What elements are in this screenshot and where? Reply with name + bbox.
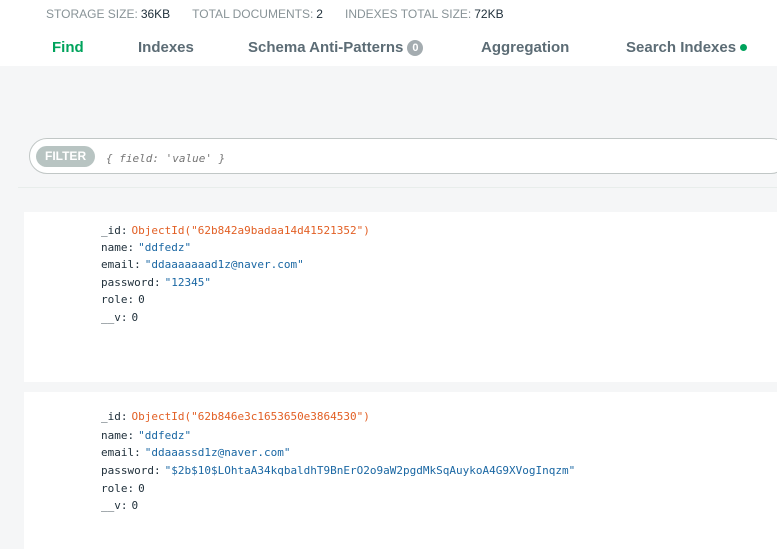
filter-label: FILTER — [36, 146, 96, 167]
field-key: _id — [101, 224, 121, 237]
stat-label: TOTAL DOCUMENTS: — [192, 7, 314, 21]
stat-label: STORAGE SIZE: — [46, 7, 138, 21]
document-field: email: "ddaaaaaaad1z@naver.com" — [101, 258, 304, 271]
collection-tabs: Find Indexes Schema Anti-Patterns 0 Aggr… — [0, 36, 777, 66]
collection-header: STORAGE SIZE: 36KB TOTAL DOCUMENTS: 2 INDE… — [0, 0, 777, 66]
field-key: password — [101, 276, 154, 289]
document-field: password: "$2b$10$LOhtaA34kqbaldhT9BnErO2… — [101, 464, 576, 477]
field-value: ObjectId("62b846e3c1653650e3864530") — [131, 410, 370, 423]
tab-find[interactable]: Find — [52, 39, 84, 56]
field-value: "ddfedz" — [138, 241, 192, 254]
document-field: __v: 0 — [101, 499, 139, 512]
indexes-size-stat: INDEXES TOTAL SIZE: 72KB — [345, 7, 504, 23]
storage-size-stat: STORAGE SIZE: 36KB — [46, 7, 170, 23]
tab-schema-anti-patterns[interactable]: Schema Anti-Patterns 0 — [248, 39, 424, 56]
field-value: 0 — [138, 482, 145, 495]
field-value: 0 — [138, 293, 145, 306]
field-value: ObjectId("62b842a9badaa14d41521352") — [131, 224, 370, 237]
document-field: name: "ddfedz" — [101, 241, 192, 254]
tab-aggregation[interactable]: Aggregation — [481, 39, 569, 56]
tab-label: Schema Anti-Patterns — [248, 39, 404, 56]
divider — [18, 187, 777, 188]
field-key: __v — [101, 499, 121, 512]
tab-indexes[interactable]: Indexes — [138, 39, 194, 56]
document-card[interactable]: _id: ObjectId("62b846e3c1653650e3864530")… — [24, 392, 777, 549]
field-value: 0 — [131, 311, 139, 324]
field-key: email — [101, 258, 135, 271]
field-value: "ddaaaaaaad1z@naver.com" — [144, 258, 304, 271]
document-field: __v: 0 — [101, 311, 139, 324]
document-field: role: 0 — [101, 293, 145, 306]
document-field: _id: ObjectId("62b842a9badaa14d41521352") — [101, 224, 370, 237]
filter-input[interactable] — [104, 148, 708, 168]
document-field: _id: ObjectId("62b846e3c1653650e3864530") — [101, 410, 370, 423]
field-value: "ddfedz" — [138, 429, 192, 442]
field-key: name — [101, 241, 128, 254]
tab-label: Aggregation — [481, 39, 570, 56]
stat-label: INDEXES TOTAL SIZE: — [344, 7, 472, 21]
filter-bar: FILTER — [29, 138, 777, 174]
field-value: "12345" — [164, 276, 211, 289]
tab-label: Indexes — [138, 39, 194, 56]
stat-value: 2 — [316, 7, 323, 21]
tab-label: Find — [52, 39, 84, 56]
document-field: name: "ddfedz" — [101, 429, 192, 442]
field-key: _id — [101, 410, 121, 423]
document-field: email: "ddaaassd1z@naver.com" — [101, 446, 291, 459]
field-key: email — [101, 446, 135, 459]
field-value: 0 — [131, 499, 139, 512]
stat-value: 36KB — [140, 7, 171, 21]
tab-search-indexes[interactable]: Search Indexes — [626, 39, 748, 56]
field-value: "ddaaassd1z@naver.com" — [144, 446, 291, 459]
field-key: password — [101, 464, 154, 477]
status-dot-icon — [740, 44, 748, 51]
tab-label: Search Indexes — [626, 39, 737, 56]
document-field: role: 0 — [101, 482, 145, 495]
document-card[interactable]: _id: ObjectId("62b842a9badaa14d41521352")… — [24, 212, 777, 382]
total-documents-stat: TOTAL DOCUMENTS: 2 — [192, 7, 323, 23]
stat-value: 72KB — [474, 7, 504, 21]
schema-count-badge: 0 — [407, 39, 424, 56]
collection-stats: STORAGE SIZE: 36KB TOTAL DOCUMENTS: 2 INDE… — [46, 7, 504, 23]
field-key: role — [101, 293, 128, 306]
field-value: "$2b$10$LOhtaA34kqbaldhT9BnErO2o9aW2pgdM… — [164, 464, 576, 477]
field-key: __v — [101, 311, 121, 324]
document-field: password: "12345" — [101, 276, 211, 289]
field-key: role — [101, 482, 128, 495]
field-key: name — [101, 429, 128, 442]
